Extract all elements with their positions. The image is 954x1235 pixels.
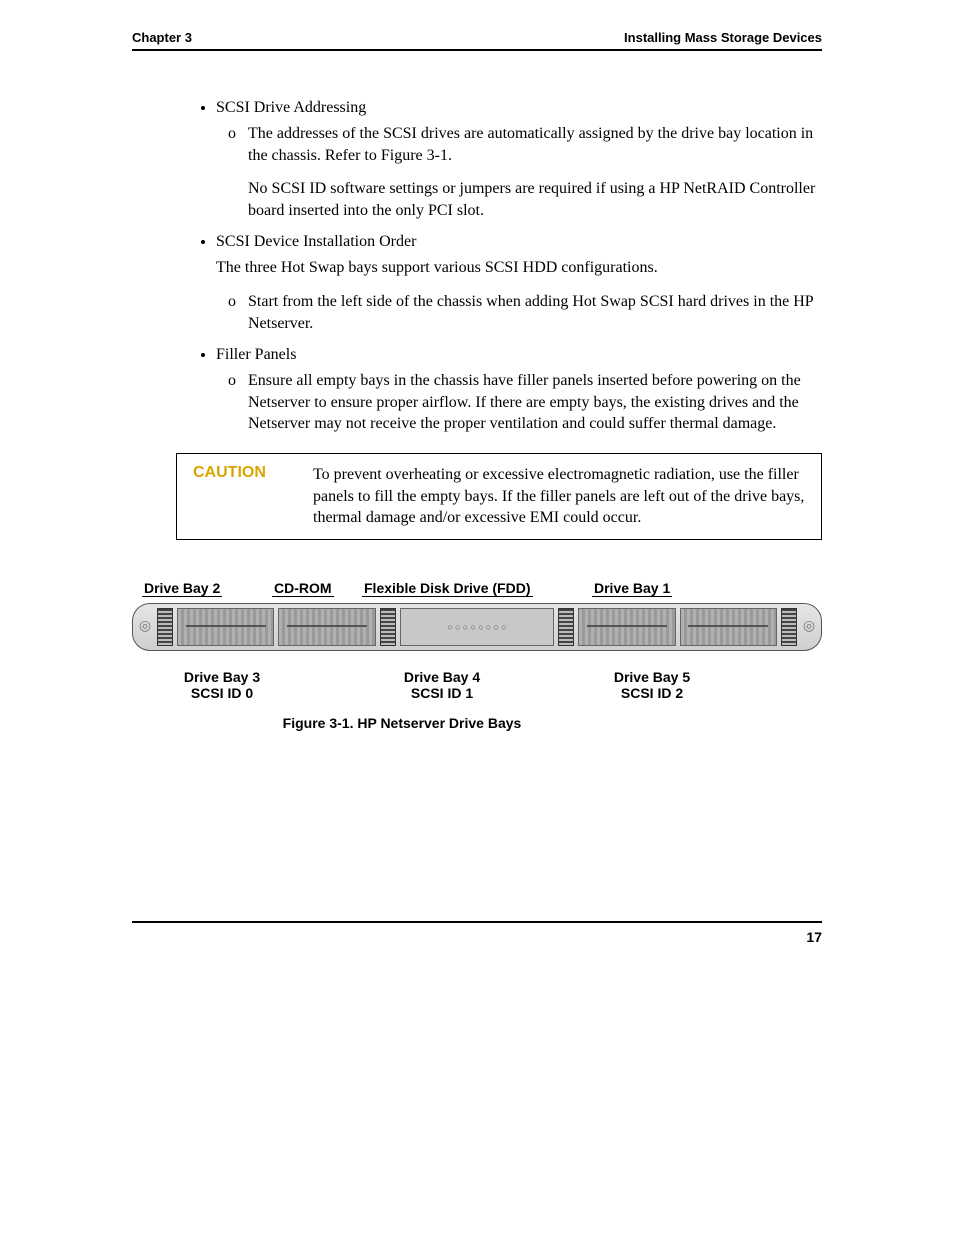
caution-text: To prevent overheating or excessive elec… — [313, 464, 805, 529]
sub-list: The addresses of the SCSI drives are aut… — [216, 123, 822, 221]
sub-item: Start from the left side of the chassis … — [248, 291, 822, 334]
vent-icon — [558, 608, 574, 646]
label-drive-bay-1: Drive Bay 1 — [592, 580, 672, 597]
figure-top-labels: Drive Bay 2 CD-ROM Flexible Disk Drive (… — [132, 580, 822, 597]
sub-list: Start from the left side of the chassis … — [216, 291, 822, 334]
list-item: SCSI Device Installation Order The three… — [216, 233, 822, 334]
screw-icon: ◎ — [801, 608, 817, 646]
label-drive-bay-2: Drive Bay 2 — [142, 580, 222, 597]
vent-icon — [781, 608, 797, 646]
paragraph: The three Hot Swap bays support various … — [216, 257, 822, 279]
page-header: Chapter 3 Installing Mass Storage Device… — [132, 30, 822, 51]
drive-bay — [578, 608, 675, 646]
label-drive-bay-4: Drive Bay 4 — [312, 669, 572, 685]
vent-icon — [157, 608, 173, 646]
item-title: Filler Panels — [216, 346, 296, 363]
paragraph: Start from the left side of the chassis … — [248, 291, 822, 334]
paragraph: The addresses of the SCSI drives are aut… — [248, 123, 822, 166]
sub-item: The addresses of the SCSI drives are aut… — [248, 123, 822, 221]
drive-bay — [177, 608, 274, 646]
caution-label: CAUTION — [193, 464, 313, 529]
drive-bay — [680, 608, 777, 646]
figure-caption: Figure 3-1. HP Netserver Drive Bays — [132, 715, 822, 731]
body-content: SCSI Drive Addressing The addresses of t… — [132, 99, 822, 731]
list-item: Filler Panels Ensure all empty bays in t… — [216, 346, 822, 435]
list-item: SCSI Drive Addressing The addresses of t… — [216, 99, 822, 221]
vent-icon — [380, 608, 396, 646]
bullet-list: SCSI Drive Addressing The addresses of t… — [176, 99, 822, 435]
label-scsi-id-0: SCSI ID 0 — [132, 685, 312, 701]
screw-icon: ◎ — [137, 608, 153, 646]
label-drive-bay-5: Drive Bay 5 — [572, 669, 732, 685]
label-cdrom: CD-ROM — [272, 580, 334, 597]
label-drive-bay-3: Drive Bay 3 — [132, 669, 312, 685]
paragraph: No SCSI ID software settings or jumpers … — [248, 178, 822, 221]
page-number: 17 — [806, 929, 822, 945]
header-right: Installing Mass Storage Devices — [624, 30, 822, 45]
page-footer: 17 — [132, 921, 822, 945]
header-left: Chapter 3 — [132, 30, 192, 45]
paragraph: Ensure all empty bays in the chassis hav… — [248, 370, 822, 435]
page: Chapter 3 Installing Mass Storage Device… — [0, 0, 954, 1235]
label-scsi-id-1: SCSI ID 1 — [312, 685, 572, 701]
sub-list: Ensure all empty bays in the chassis hav… — [216, 370, 822, 435]
item-title: SCSI Drive Addressing — [216, 99, 366, 116]
figure-bottom-labels: Drive Bay 3 SCSI ID 0 Drive Bay 4 SCSI I… — [132, 669, 822, 701]
drive-bay — [278, 608, 375, 646]
label-fdd: Flexible Disk Drive (FDD) — [362, 580, 533, 597]
caution-box: CAUTION To prevent overheating or excess… — [176, 453, 822, 540]
item-title: SCSI Device Installation Order — [216, 233, 416, 250]
fdd-bay: ○ ○ ○ ○ ○ ○ ○ ○ — [400, 608, 555, 646]
label-scsi-id-2: SCSI ID 2 — [572, 685, 732, 701]
sub-item: Ensure all empty bays in the chassis hav… — [248, 370, 822, 435]
figure: Drive Bay 2 CD-ROM Flexible Disk Drive (… — [132, 580, 822, 731]
chassis-diagram: ◎ ○ ○ ○ ○ ○ ○ ○ ○ ◎ — [132, 603, 822, 651]
